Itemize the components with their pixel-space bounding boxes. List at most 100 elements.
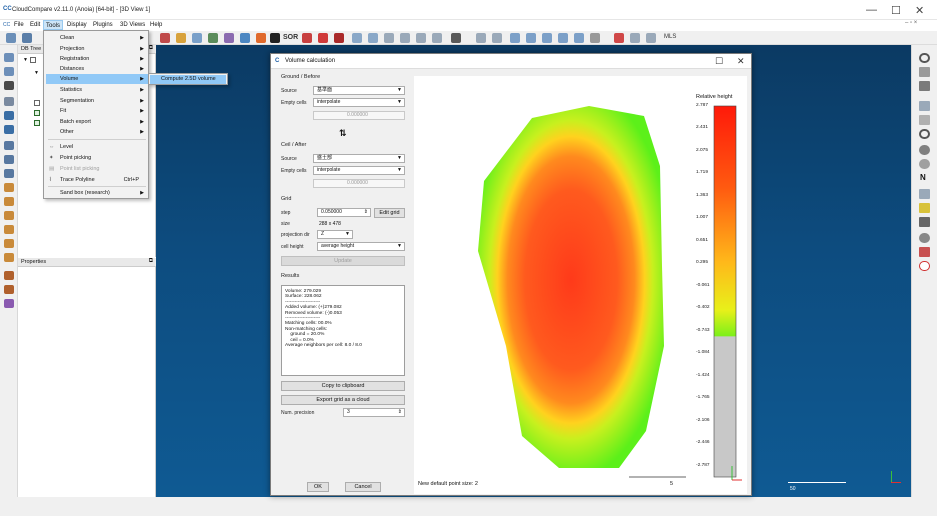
cut-icon[interactable] (646, 33, 656, 43)
iso1-view-icon[interactable] (4, 183, 14, 192)
view-left-icon[interactable] (542, 33, 552, 43)
compare-icon[interactable] (352, 33, 362, 43)
volume-preview-canvas[interactable]: Relative height 2.787 2.431 2.075 1.719 … (414, 76, 747, 494)
plus-icon[interactable] (400, 33, 410, 43)
menu-item-statistics[interactable]: Statistics ▶ (46, 85, 148, 95)
right-view-icon[interactable] (4, 169, 14, 178)
tree-expand-icon[interactable]: ▼ (34, 70, 39, 76)
layer2-icon[interactable] (4, 285, 14, 294)
cancel-button[interactable]: Cancel (345, 482, 381, 492)
plus-view-icon[interactable] (4, 97, 14, 106)
tree-checkbox[interactable] (34, 100, 40, 106)
menu-item-batch-export[interactable]: Batch export ▶ (46, 117, 148, 127)
top-view-icon[interactable] (4, 111, 14, 120)
iso5-view-icon[interactable] (4, 239, 14, 248)
sf-histogram-icon[interactable] (451, 33, 461, 43)
iso3-view-icon[interactable] (4, 211, 14, 220)
save-icon[interactable] (22, 33, 32, 43)
dots-icon[interactable] (4, 299, 14, 308)
level-icon[interactable] (334, 33, 344, 43)
half-sphere-icon[interactable] (919, 159, 930, 169)
ceil-height-input[interactable]: 0.000000 (313, 179, 405, 188)
menu-item-other[interactable]: Other ▶ (46, 127, 148, 137)
grid-step-input[interactable]: 0.050000 ⇕ (317, 208, 371, 217)
pivot-icon[interactable] (4, 81, 14, 90)
translate-icon[interactable] (318, 33, 328, 43)
menu-item-compute-25d-volume[interactable]: Compute 2.5D volume (150, 75, 226, 84)
ruler-icon[interactable] (416, 33, 426, 43)
menu-item-level[interactable]: ⇔ Level (46, 142, 148, 152)
menu-item-point-list-picking[interactable]: ▤ Point list picking (46, 164, 148, 174)
dialog-close-button[interactable]: ✕ (737, 56, 745, 67)
dialog-maximize-button[interactable]: ☐ (715, 56, 723, 67)
menu-display[interactable]: Display (65, 20, 89, 30)
panel-float-icon[interactable]: ⧉ (149, 258, 153, 265)
menu-item-sandbox[interactable]: Sand box (research) ▶ (46, 188, 148, 198)
no-entry-icon[interactable] (919, 53, 930, 63)
cross-section-icon[interactable] (630, 33, 640, 43)
view-top-icon[interactable] (510, 33, 520, 43)
shade-icon[interactable] (492, 33, 502, 43)
close-button[interactable]: ✕ (915, 4, 924, 17)
tree-expand-icon[interactable]: ▼ (23, 57, 28, 63)
copy-to-clipboard-button[interactable]: Copy to clipboard (281, 381, 405, 391)
clone-icon[interactable] (240, 33, 250, 43)
view-iso-icon[interactable] (574, 33, 584, 43)
merge-icon[interactable] (192, 33, 202, 43)
qr-small-icon[interactable] (919, 217, 930, 227)
open-icon[interactable] (6, 33, 16, 43)
triangle-icon[interactable] (919, 247, 930, 257)
ground-height-input[interactable]: 0.000000 (313, 111, 405, 120)
iso2-view-icon[interactable] (4, 197, 14, 206)
ground-empty-cells-select[interactable]: interpolate ▼ (313, 98, 405, 107)
menu-help[interactable]: Help (148, 20, 164, 30)
menu-tools[interactable]: Tools (43, 20, 64, 30)
mdi-controls-icon[interactable]: – ▫ × (905, 20, 917, 26)
noise-icon[interactable] (302, 33, 312, 43)
menu-item-clean[interactable]: Clean ▶ (46, 33, 148, 43)
filter-icon[interactable] (614, 33, 624, 43)
grid-view-icon[interactable] (919, 81, 930, 91)
update-button[interactable]: Update (281, 256, 405, 266)
ceil-source-select[interactable]: 盛土部 ▼ (313, 154, 405, 163)
split-icon[interactable] (432, 33, 442, 43)
view-back-icon[interactable] (558, 33, 568, 43)
zoom-fit-icon[interactable] (4, 67, 14, 76)
window-icon[interactable] (919, 101, 930, 111)
menu-item-registration[interactable]: Registration ▶ (46, 54, 148, 64)
menu-item-distances[interactable]: Distances ▶ (46, 64, 148, 74)
view-front-icon[interactable] (526, 33, 536, 43)
distance-icon[interactable] (368, 33, 378, 43)
global-view-icon[interactable] (4, 53, 14, 62)
tree-checkbox-checked[interactable] (34, 120, 40, 126)
front-view-icon[interactable] (4, 125, 14, 134)
maximize-button[interactable]: ☐ (891, 4, 901, 17)
menu-item-point-picking[interactable]: ✦ Point picking (46, 153, 148, 163)
export-grid-button[interactable]: Export grid as a cloud (281, 395, 405, 405)
menu-item-trace-polyline[interactable]: ⌇ Trace Polyline Ctrl+P (46, 175, 148, 185)
tree-checkbox[interactable] (30, 57, 36, 63)
projection-dir-select[interactable]: Z ▼ (317, 230, 353, 239)
octree-icon[interactable] (224, 33, 234, 43)
display-icon[interactable] (476, 33, 486, 43)
ok-button[interactable]: OK (307, 482, 329, 492)
menu-3d-views[interactable]: 3D Views (118, 20, 147, 30)
ball-icon[interactable] (919, 233, 930, 243)
sample-icon[interactable] (160, 33, 170, 43)
num-precision-input[interactable]: 3 ⇕ (343, 408, 405, 417)
menu-edit[interactable]: Edit (28, 20, 42, 30)
light-icon[interactable] (919, 203, 930, 213)
sor-filter-button[interactable]: SOR (283, 34, 298, 41)
ellipse-icon[interactable] (919, 261, 930, 271)
results-text[interactable]: Volume: 279.029 Surface: 228.062 -------… (281, 285, 405, 376)
layers-icon[interactable] (919, 67, 930, 77)
north-icon[interactable]: N (920, 173, 926, 182)
tree-checkbox-checked[interactable] (34, 110, 40, 116)
ground-source-select[interactable]: 基準面 ▼ (313, 86, 405, 95)
menu-plugins[interactable]: Plugins (91, 20, 115, 30)
cell-height-select[interactable]: average height ▼ (317, 242, 405, 251)
iso6-view-icon[interactable] (4, 253, 14, 262)
menu-item-fit[interactable]: Fit ▶ (46, 106, 148, 116)
panel-float-icon[interactable]: ⧉ (149, 45, 153, 52)
minimize-button[interactable]: — (866, 4, 877, 16)
